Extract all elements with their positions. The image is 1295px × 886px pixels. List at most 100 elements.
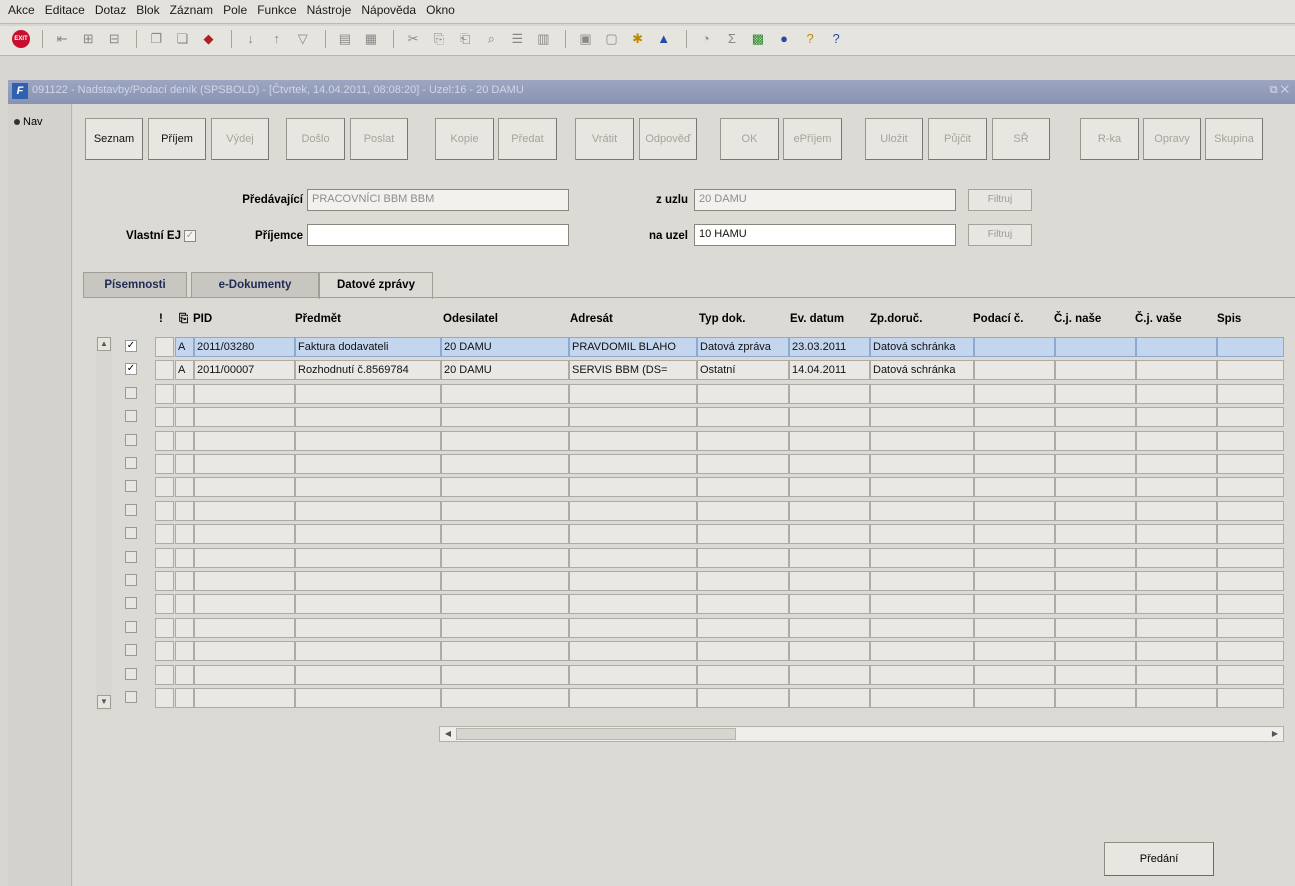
table-cell-spis[interactable] bbox=[1217, 688, 1284, 708]
table-cell-pid[interactable] bbox=[194, 454, 295, 474]
table-cell-typ[interactable] bbox=[697, 665, 789, 685]
row-checkbox[interactable] bbox=[125, 457, 137, 469]
predavajici-field[interactable]: PRACOVNÍCI BBM BBM bbox=[307, 189, 569, 211]
context-help-icon[interactable]: ? bbox=[826, 29, 846, 49]
table-cell-podaci[interactable] bbox=[974, 688, 1055, 708]
table-cell-predmet[interactable] bbox=[295, 477, 441, 497]
seznam-button[interactable]: Seznam bbox=[85, 118, 143, 160]
table-cell-cj-vase[interactable] bbox=[1136, 384, 1217, 404]
print-preview-icon[interactable]: ▦ bbox=[361, 29, 381, 49]
table-cell-zpusob[interactable] bbox=[870, 618, 974, 638]
table-cell-pid[interactable] bbox=[194, 665, 295, 685]
row-checkbox[interactable] bbox=[125, 644, 137, 656]
table-cell-typ[interactable]: Ostatní bbox=[697, 360, 789, 380]
z-uzlu-field[interactable]: 20 DAMU bbox=[694, 189, 956, 211]
table-cell-a[interactable] bbox=[175, 571, 194, 591]
table-cell-adresat[interactable] bbox=[569, 594, 697, 614]
table-cell-odesilatel[interactable] bbox=[441, 524, 569, 544]
table-cell-flag[interactable] bbox=[155, 477, 174, 497]
table-cell-datum[interactable] bbox=[789, 641, 870, 661]
table-cell-cj-vase[interactable] bbox=[1136, 594, 1217, 614]
table-cell-podaci[interactable] bbox=[974, 431, 1055, 451]
table-cell-datum[interactable] bbox=[789, 501, 870, 521]
table-cell-cj-vase[interactable] bbox=[1136, 337, 1217, 357]
menu-blok[interactable]: Blok bbox=[136, 3, 159, 17]
table-cell-predmet[interactable] bbox=[295, 571, 441, 591]
opravy-button[interactable]: Opravy bbox=[1143, 118, 1201, 160]
filtruj-na-uzel-button[interactable]: Filtruj bbox=[968, 224, 1032, 246]
table-cell-flag[interactable] bbox=[155, 501, 174, 521]
table-cell-cj-vase[interactable] bbox=[1136, 571, 1217, 591]
table-cell-odesilatel[interactable] bbox=[441, 548, 569, 568]
table-cell-adresat[interactable] bbox=[569, 477, 697, 497]
row-checkbox[interactable] bbox=[125, 527, 137, 539]
paste-block-icon[interactable]: ❏ bbox=[172, 29, 192, 49]
table-cell-odesilatel[interactable] bbox=[441, 454, 569, 474]
table-cell-cj-vase[interactable] bbox=[1136, 524, 1217, 544]
document-icon[interactable]: ▢ bbox=[602, 29, 622, 49]
row-checkbox[interactable] bbox=[125, 387, 137, 399]
scroll-right-icon[interactable]: ▶ bbox=[1268, 728, 1282, 740]
table-cell-pid[interactable] bbox=[194, 501, 295, 521]
grid-horizontal-scrollbar[interactable]: ◀ ▶ bbox=[439, 726, 1284, 742]
table-cell-cj-vase[interactable] bbox=[1136, 688, 1217, 708]
table-cell-datum[interactable] bbox=[789, 477, 870, 497]
tab-datove-zpravy[interactable]: Datové zprávy bbox=[319, 272, 433, 299]
table-cell-typ[interactable] bbox=[697, 688, 789, 708]
menu-akce[interactable]: Akce bbox=[8, 3, 35, 17]
table-cell-a[interactable] bbox=[175, 431, 194, 451]
table-cell-cj-vase[interactable] bbox=[1136, 618, 1217, 638]
table-cell-datum[interactable] bbox=[789, 454, 870, 474]
table-cell-zpusob[interactable] bbox=[870, 548, 974, 568]
table-cell-typ[interactable] bbox=[697, 548, 789, 568]
cut-icon[interactable]: ✂ bbox=[403, 29, 423, 49]
scroll-left-icon[interactable]: ◀ bbox=[441, 728, 455, 740]
table-cell-spis[interactable] bbox=[1217, 571, 1284, 591]
table-cell-pid[interactable] bbox=[194, 431, 295, 451]
table-cell-typ[interactable] bbox=[697, 594, 789, 614]
table-cell-pid[interactable] bbox=[194, 384, 295, 404]
table-cell-typ[interactable]: Datová zpráva bbox=[697, 337, 789, 357]
table-cell-flag[interactable] bbox=[155, 548, 174, 568]
table-cell-podaci[interactable] bbox=[974, 384, 1055, 404]
table-cell-adresat[interactable] bbox=[569, 501, 697, 521]
exit-icon[interactable]: EXIT bbox=[12, 30, 30, 48]
paste-icon[interactable]: ⎗ bbox=[455, 29, 475, 49]
tab-pisemnosti[interactable]: Písemnosti bbox=[83, 272, 187, 298]
table-cell-zpusob[interactable]: Datová schránka bbox=[870, 337, 974, 357]
table-cell-datum[interactable]: 14.04.2011 bbox=[789, 360, 870, 380]
table-cell-zpusob[interactable]: Datová schránka bbox=[870, 360, 974, 380]
table-cell-adresat[interactable] bbox=[569, 548, 697, 568]
table-cell-podaci[interactable] bbox=[974, 571, 1055, 591]
excel-icon[interactable]: ▩ bbox=[748, 29, 768, 49]
copy-block-icon[interactable]: ❐ bbox=[146, 29, 166, 49]
menu-nastroje[interactable]: Nástroje bbox=[307, 3, 352, 17]
table-cell-datum[interactable] bbox=[789, 524, 870, 544]
table-cell-predmet[interactable] bbox=[295, 641, 441, 661]
table-cell-flag[interactable] bbox=[155, 688, 174, 708]
table-cell-adresat[interactable] bbox=[569, 384, 697, 404]
nav-item[interactable]: Nav bbox=[14, 116, 43, 128]
row-checkbox[interactable] bbox=[125, 574, 137, 586]
table-cell-predmet[interactable] bbox=[295, 688, 441, 708]
star-icon[interactable]: ✱ bbox=[628, 29, 648, 49]
table-cell-zpusob[interactable] bbox=[870, 407, 974, 427]
first-record-icon[interactable]: ⇤ bbox=[52, 29, 72, 49]
kopie-button[interactable]: Kopie bbox=[435, 118, 494, 160]
table-cell-flag[interactable] bbox=[155, 571, 174, 591]
list-icon[interactable]: ☰ bbox=[507, 29, 527, 49]
filter-icon[interactable]: ▽ bbox=[293, 29, 313, 49]
predat-button[interactable]: Předat bbox=[498, 118, 557, 160]
table-cell-a[interactable] bbox=[175, 641, 194, 661]
table-cell-odesilatel[interactable] bbox=[441, 688, 569, 708]
table-cell-adresat[interactable] bbox=[569, 641, 697, 661]
table-cell-a[interactable] bbox=[175, 594, 194, 614]
clear-block-icon[interactable]: ◆ bbox=[199, 29, 219, 49]
tab-e-dokumenty[interactable]: e-Dokumenty bbox=[191, 272, 319, 298]
table-cell-flag[interactable] bbox=[155, 454, 174, 474]
menu-editace[interactable]: Editace bbox=[45, 3, 85, 17]
table-cell-cj-vase[interactable] bbox=[1136, 501, 1217, 521]
table-cell-cj-nase[interactable] bbox=[1055, 618, 1136, 638]
row-checkbox[interactable] bbox=[125, 551, 137, 563]
table-cell-typ[interactable] bbox=[697, 407, 789, 427]
